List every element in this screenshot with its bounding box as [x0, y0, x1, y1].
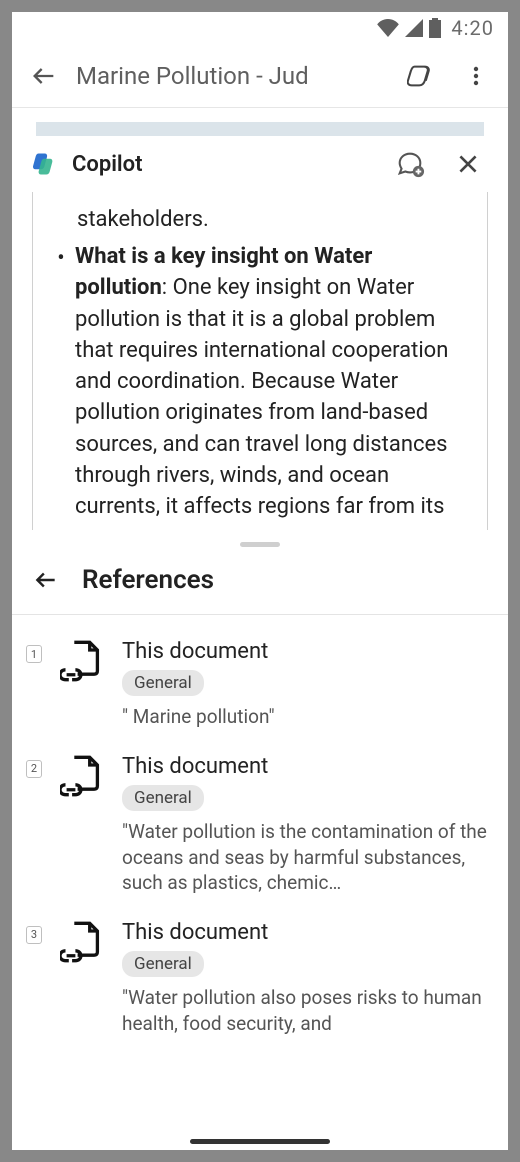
sheet-drag-handle[interactable]: [12, 530, 508, 558]
wifi-icon: [377, 19, 399, 37]
reference-snippet: "Water pollution is the contamination of…: [122, 819, 488, 896]
overflow-menu-button[interactable]: [454, 54, 498, 98]
references-header: References: [12, 558, 508, 614]
reference-item[interactable]: 1 This document General " Marine polluti…: [12, 625, 508, 740]
reference-type-badge: General: [122, 670, 204, 696]
document-title: Marine Pollution - Jud: [76, 62, 390, 90]
document-link-icon: [60, 639, 104, 683]
bullet-marker: •: [57, 241, 65, 522]
response-bullet: • What is a key insight on Water polluti…: [57, 241, 467, 522]
close-copilot-button[interactable]: [446, 142, 490, 186]
app-bar: Marine Pollution - Jud: [12, 44, 508, 108]
more-vertical-icon: [464, 64, 488, 88]
arrow-left-icon: [30, 62, 58, 90]
home-indicator[interactable]: [190, 1139, 330, 1144]
references-back-button[interactable]: [30, 564, 62, 596]
back-button[interactable]: [22, 54, 66, 98]
reference-item[interactable]: 3 This document General "Water pollution…: [12, 906, 508, 1046]
close-icon: [455, 151, 481, 177]
copilot-title: Copilot: [72, 152, 374, 177]
copilot-response: stakeholders. • What is a key insight on…: [12, 192, 508, 530]
document-preview-strip: [12, 108, 508, 136]
reference-snippet: "Water pollution also poses risks to hum…: [122, 985, 488, 1036]
copilot-panel-header: Copilot: [12, 136, 508, 192]
bullet-body: : One key insight on Water pollution is …: [75, 275, 448, 519]
response-fragment: stakeholders.: [77, 204, 467, 235]
document-link-icon: [60, 920, 104, 964]
status-bar: 4:20: [12, 12, 508, 44]
copilot-sparkle-button[interactable]: [400, 54, 444, 98]
divider: [12, 614, 508, 615]
copilot-shape-icon: [407, 61, 437, 91]
battery-icon: [429, 18, 441, 38]
reference-type-badge: General: [122, 785, 204, 811]
reference-number: 2: [26, 760, 42, 778]
copilot-logo-icon: [30, 150, 58, 178]
cellular-icon: [405, 19, 423, 37]
reference-item[interactable]: 2 This document General "Water pollution…: [12, 740, 508, 906]
reference-title: This document: [122, 639, 488, 664]
reference-number: 3: [26, 926, 42, 944]
references-title: References: [82, 565, 214, 595]
new-chat-button[interactable]: [388, 142, 432, 186]
status-time: 4:20: [451, 16, 494, 40]
reference-type-badge: General: [122, 951, 204, 977]
reference-title: This document: [122, 920, 488, 945]
reference-snippet: " Marine pollution": [122, 704, 488, 730]
reference-number: 1: [26, 645, 42, 663]
reference-title: This document: [122, 754, 488, 779]
arrow-left-icon: [33, 567, 59, 593]
chat-plus-icon: [395, 149, 425, 179]
document-link-icon: [60, 754, 104, 798]
